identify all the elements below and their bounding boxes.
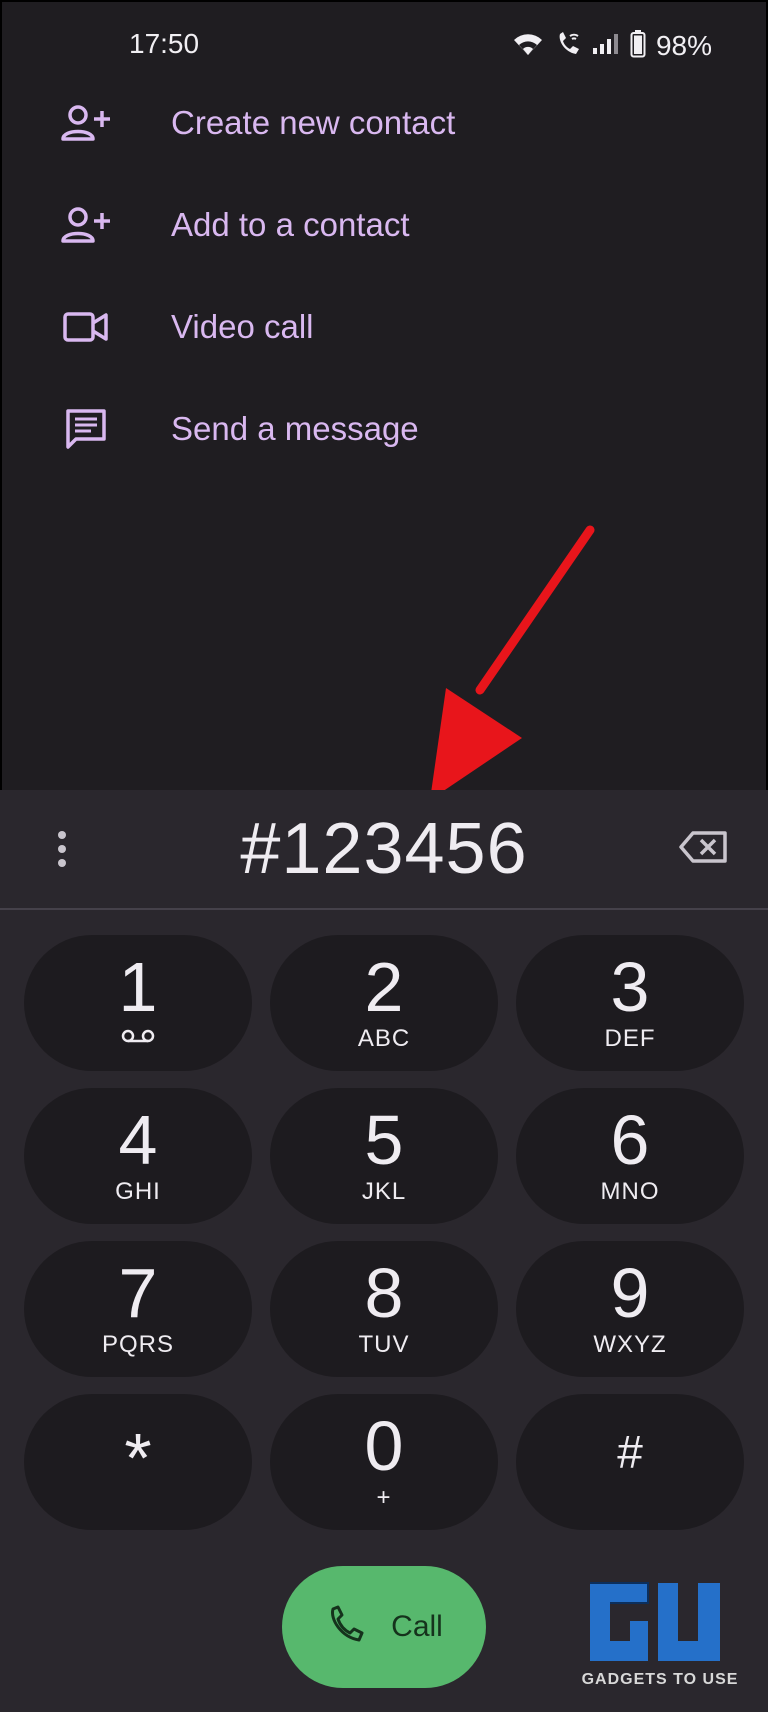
person-add-icon xyxy=(58,95,114,151)
call-label: Call xyxy=(391,1610,443,1643)
key-4[interactable]: 4 GHI xyxy=(24,1088,252,1224)
send-message-item[interactable]: Send a message xyxy=(0,378,768,480)
phone-icon xyxy=(325,1605,365,1650)
videocam-icon xyxy=(58,299,114,355)
key-letters: JKL xyxy=(361,1178,407,1205)
key-star[interactable]: * xyxy=(24,1394,252,1530)
signal-icon xyxy=(592,32,620,61)
key-letters: PQRS xyxy=(101,1331,174,1358)
watermark-logo: GADGETS TO USE xyxy=(580,1575,740,1697)
key-letters: + xyxy=(376,1484,392,1511)
wifi-icon xyxy=(512,31,544,62)
key-letters: TUV xyxy=(358,1331,410,1358)
dialed-number[interactable]: #123456 xyxy=(0,808,768,890)
call-button[interactable]: Call xyxy=(282,1566,486,1688)
key-digit: * xyxy=(124,1419,152,1497)
key-letters: DEF xyxy=(604,1025,656,1052)
key-letters: ABC xyxy=(357,1025,411,1052)
add-to-contact-item[interactable]: Add to a contact xyxy=(0,174,768,276)
key-2[interactable]: 2 ABC xyxy=(270,935,498,1071)
create-new-contact-item[interactable]: Create new contact xyxy=(0,72,768,174)
menu-item-label: Send a message xyxy=(171,410,419,447)
key-digit: 6 xyxy=(610,1101,650,1179)
key-digit: 4 xyxy=(118,1101,158,1179)
key-digit: 3 xyxy=(610,948,650,1026)
key-5[interactable]: 5 JKL xyxy=(270,1088,498,1224)
key-digit: # xyxy=(617,1426,643,1478)
digits-row: #123456 xyxy=(0,790,768,910)
battery-icon xyxy=(630,29,646,63)
key-7[interactable]: 7 PQRS xyxy=(24,1241,252,1377)
key-digit: 8 xyxy=(364,1254,404,1332)
key-letters: MNO xyxy=(600,1178,660,1205)
key-digit: 7 xyxy=(118,1254,158,1332)
wifi-calling-icon xyxy=(554,30,582,63)
status-icons: 98% xyxy=(512,28,712,64)
menu-item-label: Add to a contact xyxy=(171,206,410,243)
key-digit: 9 xyxy=(610,1254,650,1332)
video-call-item[interactable]: Video call xyxy=(0,276,768,378)
menu-item-label: Video call xyxy=(171,308,314,345)
number-actions-menu: Create new contact Add to a contact Vide… xyxy=(0,72,768,480)
key-hash[interactable]: # xyxy=(516,1394,744,1530)
backspace-icon[interactable] xyxy=(674,822,734,872)
key-3[interactable]: 3 DEF xyxy=(516,935,744,1071)
menu-item-label: Create new contact xyxy=(171,104,456,141)
key-9[interactable]: 9 WXYZ xyxy=(516,1241,744,1377)
key-digit: 5 xyxy=(364,1101,404,1179)
gadgets-to-use-logo-icon xyxy=(590,1582,720,1661)
key-digit: 2 xyxy=(364,948,404,1026)
key-6[interactable]: 6 MNO xyxy=(516,1088,744,1224)
key-letters: GHI xyxy=(115,1178,161,1205)
key-1[interactable]: 1 xyxy=(24,935,252,1071)
key-digit: 0 xyxy=(364,1407,404,1485)
person-add-icon xyxy=(58,197,114,253)
battery-level: 98% xyxy=(655,30,712,61)
key-letters: WXYZ xyxy=(593,1331,667,1358)
status-time: 17:50 xyxy=(129,28,200,59)
key-8[interactable]: 8 TUV xyxy=(270,1241,498,1377)
key-0[interactable]: 0 + xyxy=(270,1394,498,1530)
voicemail-icon xyxy=(24,1029,252,1049)
key-digit: 1 xyxy=(118,948,158,1026)
message-icon xyxy=(58,401,114,457)
watermark-text: GADGETS TO USE xyxy=(581,1671,739,1688)
